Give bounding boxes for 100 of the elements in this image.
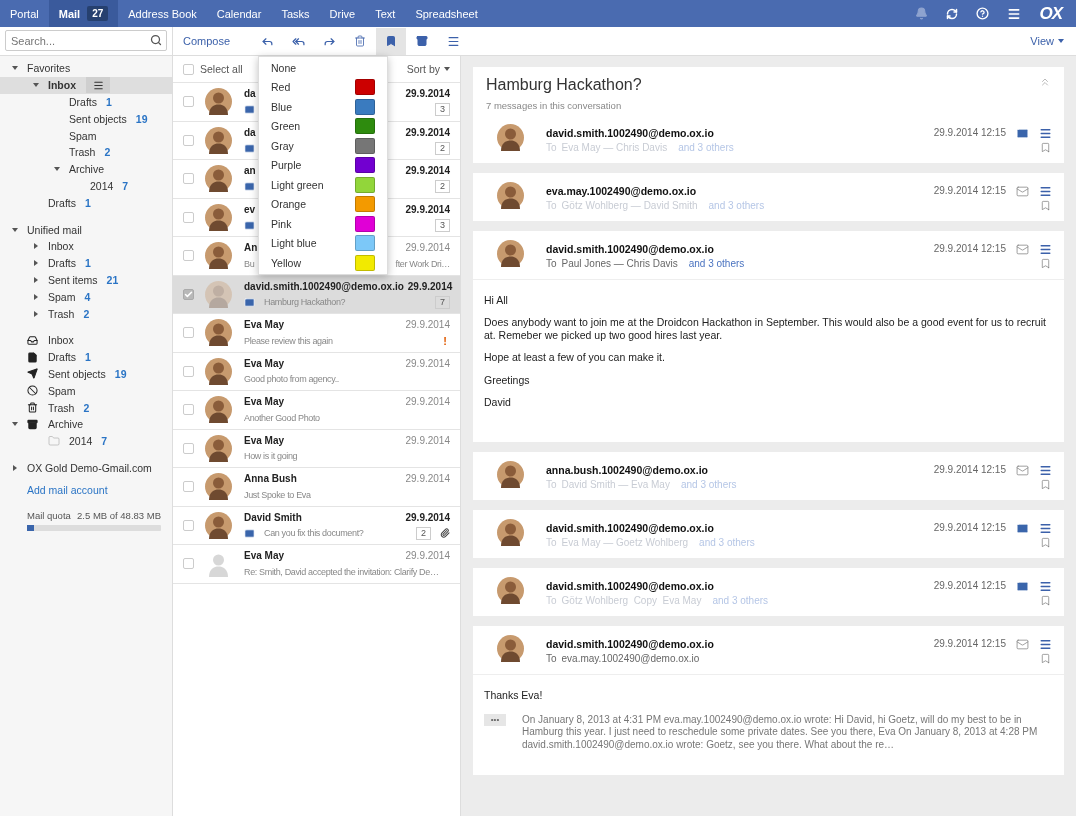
flag-color-option[interactable]: Red	[259, 77, 387, 97]
archive-icon	[27, 418, 38, 430]
caret-down-icon[interactable]	[33, 83, 39, 88]
app-tab[interactable]: Mail 27	[48, 0, 119, 27]
app-tab[interactable]: Drive	[319, 0, 366, 27]
menu-icon[interactable]	[1039, 185, 1052, 198]
search-icon[interactable]	[150, 34, 162, 46]
caret-right-icon[interactable]	[34, 243, 38, 250]
flag-color-option[interactable]: Light blue	[259, 233, 387, 253]
folder-item[interactable]: Archive	[0, 415, 172, 433]
folder-item[interactable]: Spam	[0, 382, 172, 400]
checkbox[interactable]	[183, 96, 194, 108]
help-icon[interactable]	[976, 7, 990, 20]
app-tab[interactable]: Text	[365, 0, 406, 27]
caret-right-icon[interactable]	[13, 464, 17, 471]
folder-item[interactable]: Sent objects 19	[0, 365, 172, 383]
flag-color-option[interactable]: Purple	[259, 155, 387, 175]
folder-item[interactable]: Inbox	[0, 331, 172, 349]
menu-icon[interactable]	[1007, 6, 1022, 21]
checkbox[interactable]	[183, 442, 194, 454]
folder-item[interactable]: 2014 7	[0, 177, 172, 195]
menu-icon[interactable]	[1039, 579, 1052, 593]
checkbox[interactable]	[183, 558, 194, 570]
checkbox[interactable]	[183, 327, 194, 339]
mail-item[interactable]: david.smith.1002490@demo.ox.io 29.9.2014 Hamburg Hackathon? 7	[173, 275, 460, 314]
folder-item[interactable]: Sent items 21	[0, 271, 172, 289]
checkbox[interactable]	[183, 134, 194, 146]
folder-item[interactable]: Spam 4	[0, 288, 172, 306]
bookmark-icon[interactable]	[1040, 200, 1051, 211]
caret-down-icon	[444, 67, 450, 71]
checkbox[interactable]	[183, 211, 194, 223]
caret-down-icon[interactable]	[12, 66, 18, 71]
menu-icon[interactable]	[1039, 463, 1052, 477]
caret-down-icon[interactable]	[54, 167, 60, 172]
folder-menu-button[interactable]	[86, 77, 110, 94]
checkbox[interactable]	[183, 250, 194, 262]
folder-item[interactable]: Drafts 1	[0, 93, 172, 111]
checkbox[interactable]	[183, 365, 194, 377]
flag-color-option[interactable]: Pink	[259, 214, 387, 234]
caret-right-icon[interactable]	[34, 276, 38, 283]
folder-item[interactable]: 2014 7	[0, 432, 172, 450]
app-tab[interactable]: Address Book	[118, 0, 207, 27]
caret-right-icon[interactable]	[34, 260, 38, 267]
app-tab[interactable]: Calendar	[206, 0, 272, 27]
folder-item[interactable]: Sent objects 19	[0, 110, 172, 128]
flag-color-option[interactable]: Gray	[259, 136, 387, 156]
menu-icon[interactable]	[1039, 521, 1052, 535]
sort-button[interactable]: Sort by	[406, 63, 450, 75]
folder-item[interactable]: Inbox	[0, 237, 172, 255]
flag-color-option[interactable]: None	[259, 58, 387, 78]
envelope-icon[interactable]	[1016, 521, 1029, 535]
checkbox[interactable]	[183, 519, 194, 531]
folder-item[interactable]: Trash 2	[0, 144, 172, 161]
caret-right-icon[interactable]	[34, 293, 38, 300]
caret-down-icon[interactable]	[12, 422, 18, 427]
compose-link[interactable]: Compose	[183, 35, 231, 47]
view-button[interactable]: View	[1030, 35, 1064, 47]
bookmark-icon[interactable]	[1040, 258, 1051, 269]
folder-item[interactable]: Archive	[0, 160, 172, 178]
app-tab[interactable]: Portal	[0, 0, 49, 27]
others-link[interactable]: and 3 others	[688, 258, 745, 269]
folder-item[interactable]: Trash 2	[0, 399, 172, 416]
checkbox[interactable]	[183, 481, 194, 493]
folder-item[interactable]: Drafts 1	[0, 348, 172, 366]
checkbox[interactable]	[183, 173, 194, 185]
folder-item[interactable]: Inbox	[0, 76, 172, 94]
envelope-icon[interactable]	[1016, 185, 1029, 198]
bookmark-icon[interactable]	[1040, 142, 1051, 153]
mail-date: 29.9.2014	[405, 242, 450, 254]
checkbox[interactable]	[183, 404, 194, 416]
folder-item[interactable]: OX Gold Demo-Gmail.com	[0, 459, 172, 477]
search-field[interactable]: Search...	[5, 30, 167, 51]
ban-icon	[27, 385, 38, 397]
envelope-icon[interactable]	[1016, 243, 1029, 256]
caret-down-icon[interactable]	[12, 227, 18, 232]
envelope-icon[interactable]	[1016, 579, 1029, 593]
message-paragraph: Does anybody want to join me at the Droidcon Hackathon in September. This would also be a good event for us to recruit at. Remeber we picked up two good hires last year.	[484, 316, 1047, 343]
caret-right-icon[interactable]	[34, 310, 38, 317]
add-account-link[interactable]: Add mail account	[27, 484, 172, 497]
flag-color-option[interactable]: Orange	[259, 194, 387, 214]
flag-color-option[interactable]: Yellow	[259, 253, 387, 273]
menu-icon[interactable]	[1039, 637, 1052, 651]
flag-color-option[interactable]: Green	[259, 116, 387, 136]
folder-item[interactable]: Drafts 1	[0, 194, 172, 212]
folder-item[interactable]: Drafts 1	[0, 254, 172, 272]
refresh-icon[interactable]	[946, 7, 959, 20]
folder-item[interactable]: Trash 2	[0, 305, 172, 322]
menu-icon[interactable]	[1039, 127, 1052, 140]
app-tab[interactable]: Tasks	[271, 0, 320, 27]
folder-item[interactable]: Spam	[0, 127, 172, 144]
app-tab[interactable]: Spreadsheet	[405, 0, 488, 27]
menu-icon[interactable]	[1039, 243, 1052, 256]
show-quote-button[interactable]: •••	[484, 713, 506, 726]
flag-color-option[interactable]: Light green	[259, 175, 387, 195]
flag-color-option[interactable]: Blue	[259, 97, 387, 117]
folder-item[interactable]: Unified mail	[0, 221, 172, 238]
folder-item[interactable]: Favorites	[0, 60, 172, 77]
flag-button[interactable]	[376, 27, 407, 55]
checkbox[interactable]	[183, 63, 194, 75]
checkbox[interactable]	[183, 288, 194, 300]
